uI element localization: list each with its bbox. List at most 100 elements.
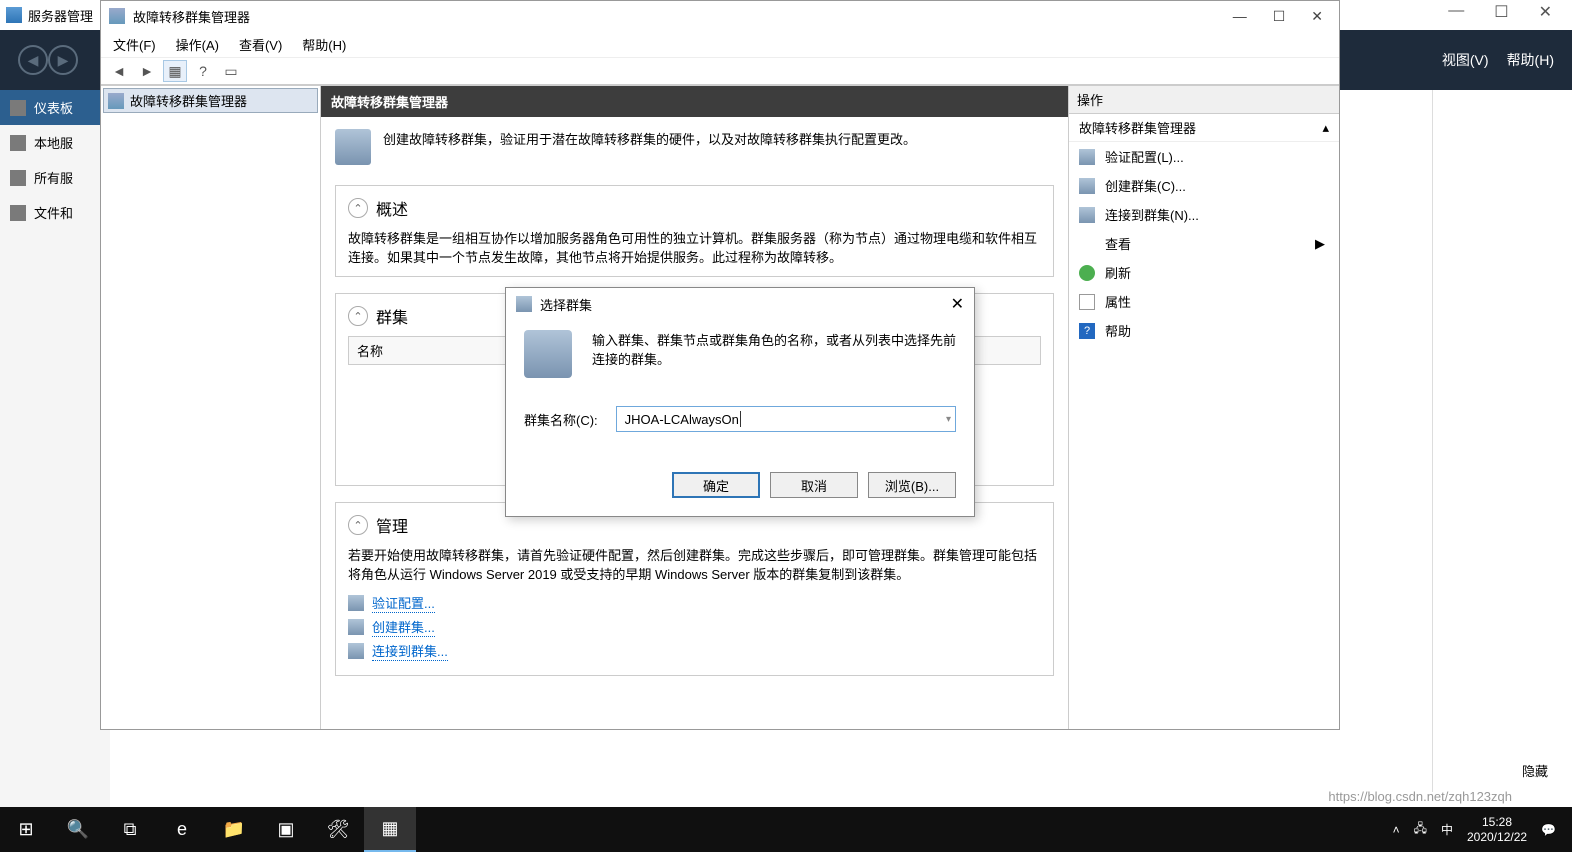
outer-close-button[interactable]: ✕	[1539, 2, 1552, 22]
ok-button[interactable]: 确定	[672, 472, 760, 498]
action-connect[interactable]: 连接到群集(N)...	[1069, 200, 1339, 229]
dropdown-icon[interactable]: ▾	[946, 414, 951, 425]
tool-button[interactable]: 🛠	[312, 807, 364, 852]
ie-button[interactable]: e	[156, 807, 208, 852]
mgmt-collapse-button[interactable]: ⌃	[348, 515, 368, 535]
toolbar-pane-button[interactable]: ▭	[219, 60, 243, 82]
dialog-large-icon	[524, 330, 572, 378]
dialog-titlebar[interactable]: 选择群集 ✕	[506, 288, 974, 320]
outer-minimize-button[interactable]: —	[1448, 2, 1464, 22]
overview-section: ⌃ 概述 故障转移群集是一组相互协作以增加服务器角色可用性的独立计算机。群集服务…	[335, 185, 1054, 277]
action-properties[interactable]: 属性	[1069, 287, 1339, 316]
system-tray: ˄ 🖧 中 15:28 2020/12/22 💬	[1393, 815, 1572, 844]
create-icon	[348, 619, 364, 635]
cluster-collapse-button[interactable]: ⌃	[348, 306, 368, 326]
menu-help[interactable]: 帮助(H)	[302, 35, 346, 54]
cluster-name-value: JHOA-LCAlwaysOn	[625, 412, 739, 427]
sidebar-local-server[interactable]: 本地服	[0, 125, 110, 160]
cluster-tree-icon	[108, 93, 124, 109]
action-view[interactable]: 查看▶	[1069, 229, 1339, 258]
cluster-intro-icon	[335, 129, 371, 165]
tray-ime-icon[interactable]: 中	[1441, 821, 1453, 838]
tree-root-item[interactable]: 故障转移群集管理器	[103, 88, 318, 113]
window-toolbar: ◄ ► ▦ ? ▭	[101, 57, 1339, 85]
link-validate-config[interactable]: 验证配置...	[348, 593, 1041, 613]
nav-forward-button[interactable]: ▶	[48, 45, 78, 75]
notifications-button[interactable]: 💬	[1541, 823, 1556, 837]
sidebar-all-servers[interactable]: 所有服	[0, 160, 110, 195]
window-minimize-button[interactable]: —	[1233, 8, 1247, 25]
toolbar-forward-button[interactable]: ►	[135, 60, 159, 82]
link-connect-cluster[interactable]: 连接到群集...	[348, 641, 1041, 661]
connect-icon	[348, 643, 364, 659]
window-controls: — ☐ ✕	[1233, 8, 1331, 25]
cluster-title: 群集	[376, 304, 408, 328]
actions-subheader[interactable]: 故障转移群集管理器▴	[1069, 114, 1339, 142]
cluster-name-input[interactable]: JHOA-LCAlwaysOn ▾	[616, 406, 956, 432]
menu-action[interactable]: 操作(A)	[176, 35, 219, 54]
start-button[interactable]: ⊞	[0, 807, 52, 852]
toolbar-help-button[interactable]: ?	[191, 60, 215, 82]
actions-panel: 操作 故障转移群集管理器▴ 验证配置(L)... 创建群集(C)... 连接到群…	[1069, 86, 1339, 729]
menu-file[interactable]: 文件(F)	[113, 35, 156, 54]
management-section: ⌃ 管理 若要开始使用故障转移群集，请首先验证硬件配置，然后创建群集。完成这些步…	[335, 502, 1054, 676]
server-icon	[10, 135, 26, 151]
action-help[interactable]: ?帮助	[1069, 316, 1339, 345]
server-manager-button[interactable]: ▣	[260, 807, 312, 852]
action-create[interactable]: 创建群集(C)...	[1069, 171, 1339, 200]
cluster-manager-icon	[109, 8, 125, 24]
nav-back-button[interactable]: ◀	[18, 45, 48, 75]
cluster-manager-taskbar-button[interactable]: ▦	[364, 807, 416, 852]
tree-panel: 故障转移群集管理器	[101, 86, 321, 729]
validate-icon	[1079, 149, 1095, 165]
tree-root-label: 故障转移群集管理器	[130, 91, 247, 110]
create-icon	[1079, 178, 1095, 194]
overview-title: 概述	[376, 196, 408, 220]
outer-maximize-button[interactable]: ☐	[1494, 2, 1508, 22]
validate-icon	[348, 595, 364, 611]
sidebar-dashboard[interactable]: 仪表板	[0, 90, 110, 125]
arrow-right-icon: ▶	[1315, 236, 1325, 252]
properties-icon	[1079, 294, 1095, 310]
window-title: 故障转移群集管理器	[133, 7, 250, 26]
window-menubar: 文件(F) 操作(A) 查看(V) 帮助(H)	[101, 31, 1339, 57]
menu-view[interactable]: 视图(V)	[1442, 50, 1489, 70]
window-close-button[interactable]: ✕	[1311, 8, 1323, 25]
toolbar-back-button[interactable]: ◄	[107, 60, 131, 82]
watermark: https://blog.csdn.net/zqh123zqh	[1328, 789, 1512, 804]
link-create-cluster[interactable]: 创建群集...	[348, 617, 1041, 637]
tray-chevron-icon[interactable]: ˄	[1393, 823, 1400, 837]
connect-icon	[1079, 207, 1095, 223]
hide-link[interactable]: 隐藏	[1522, 761, 1548, 780]
dialog-body: 输入群集、群集节点或群集角色的名称，或者从列表中选择先前连接的群集。 群集名称(…	[506, 320, 974, 516]
window-maximize-button[interactable]: ☐	[1273, 8, 1286, 25]
servers-icon	[10, 170, 26, 186]
server-manager-menu: 视图(V) 帮助(H)	[1442, 50, 1554, 70]
browse-button[interactable]: 浏览(B)...	[868, 472, 956, 498]
refresh-icon	[1079, 265, 1095, 281]
dialog-close-button[interactable]: ✕	[951, 294, 964, 314]
window-titlebar[interactable]: 故障转移群集管理器 — ☐ ✕	[101, 1, 1339, 31]
content-header: 故障转移群集管理器	[321, 86, 1068, 117]
menu-help[interactable]: 帮助(H)	[1507, 50, 1554, 70]
collapse-icon: ▴	[1322, 120, 1329, 136]
dialog-icon	[516, 296, 532, 312]
taskbar-clock[interactable]: 15:28 2020/12/22	[1467, 815, 1527, 844]
server-manager-sidebar: 仪表板 本地服 所有服 文件和	[0, 90, 110, 852]
cancel-button[interactable]: 取消	[770, 472, 858, 498]
menu-view[interactable]: 查看(V)	[239, 35, 282, 54]
tray-network-icon[interactable]: 🖧	[1414, 819, 1427, 840]
action-refresh[interactable]: 刷新	[1069, 258, 1339, 287]
overview-collapse-button[interactable]: ⌃	[348, 198, 368, 218]
explorer-button[interactable]: 📁	[208, 807, 260, 852]
toolbar-show-hide-button[interactable]: ▦	[163, 60, 187, 82]
cluster-name-label: 群集名称(C):	[524, 410, 598, 429]
action-validate[interactable]: 验证配置(L)...	[1069, 142, 1339, 171]
mgmt-body: 若要开始使用故障转移群集，请首先验证硬件配置，然后创建群集。完成这些步骤后，即可…	[348, 545, 1041, 583]
dashboard-icon	[10, 100, 26, 116]
server-manager-right-panel: 隐藏	[1432, 90, 1572, 792]
sidebar-file-services[interactable]: 文件和	[0, 195, 110, 230]
search-button[interactable]: 🔍	[52, 807, 104, 852]
file-icon	[10, 205, 26, 221]
task-view-button[interactable]: ⧉	[104, 807, 156, 852]
